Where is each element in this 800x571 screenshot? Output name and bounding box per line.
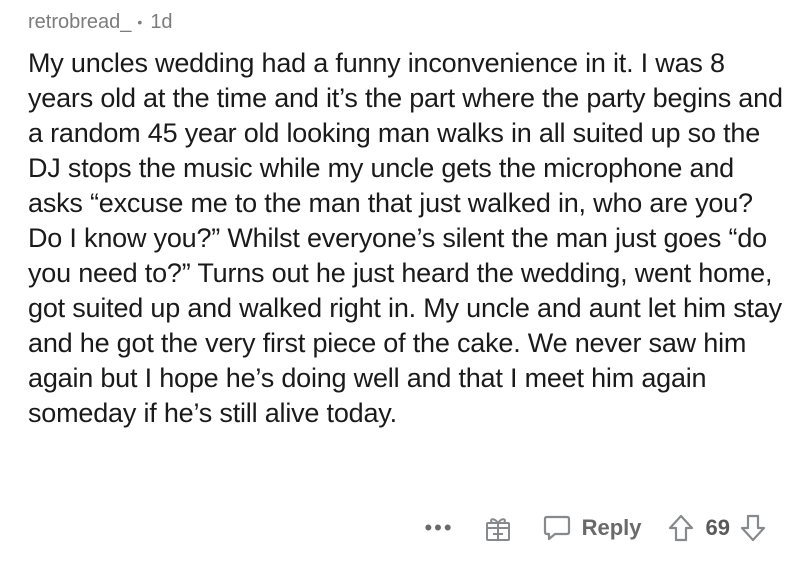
comment-age: 1d [150,10,173,33]
vote-score: 69 [705,515,730,540]
author-name[interactable]: retrobread_ [28,11,131,34]
comment-meta: retrobread_ • 1d [28,8,173,36]
reply-label: Reply [581,515,642,540]
reply-icon [543,515,570,541]
meta-separator: • [137,14,143,30]
comment: retrobread_ • 1d My uncles wedding had a… [28,0,788,571]
comment-body: My uncles wedding had a funny inconvenie… [28,48,783,428]
downvote-icon[interactable] [740,514,766,542]
award-icon[interactable] [484,514,512,542]
reply-button[interactable]: Reply [542,514,642,542]
upvote-icon[interactable] [668,514,694,542]
comment-actions: ••• Reply 69 [424,508,766,548]
more-options-icon[interactable]: ••• [424,517,453,539]
